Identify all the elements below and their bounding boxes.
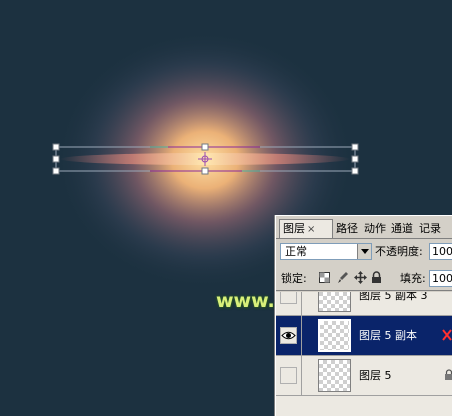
handle-middle-left xyxy=(52,155,60,163)
fill-label: 填充: xyxy=(400,272,426,285)
visibility-toggle[interactable] xyxy=(280,327,297,344)
tab-channels[interactable]: 通道 xyxy=(391,220,413,238)
blend-mode-select[interactable]: 正常 xyxy=(280,243,372,260)
opacity-label: 不透明度: xyxy=(375,245,423,258)
handle-top-right xyxy=(351,143,359,151)
handle-middle-right xyxy=(351,155,359,163)
tab-history[interactable]: 记录 xyxy=(419,220,441,238)
handle-bottom-right xyxy=(351,167,359,175)
visibility-toggle[interactable] xyxy=(280,367,297,384)
layer-divider xyxy=(301,292,302,316)
layer-row[interactable]: 图层 5 副本 3 xyxy=(276,292,452,316)
handle-top-middle xyxy=(201,143,209,151)
tab-paths[interactable]: 路径 xyxy=(336,220,358,238)
layer-name: 图层 5 副本 xyxy=(359,329,417,342)
lock-row: 锁定: 填充: 100% xyxy=(276,266,452,291)
close-icon[interactable]: × xyxy=(307,224,315,235)
layer-row-selected[interactable]: 图层 5 副本 xyxy=(276,316,452,356)
handle-top-left xyxy=(52,143,60,151)
opacity-input[interactable]: 100% xyxy=(429,243,452,260)
layers-list: 图层 5 副本 3 图层 5 副本 图层 5 xyxy=(276,292,452,416)
layer-row[interactable]: 图层 5 xyxy=(276,356,452,396)
handle-bottom-left xyxy=(52,167,60,175)
layer-name: 图层 5 xyxy=(359,369,392,382)
brush-icon[interactable] xyxy=(336,271,349,284)
fill-input[interactable]: 100% xyxy=(429,270,452,287)
layer-thumbnail xyxy=(318,292,351,312)
layers-panel: 图层× 路径 动作 通道 记录 正常 不透明度: 100% 锁定: 填 xyxy=(275,215,452,416)
visibility-toggle[interactable] xyxy=(280,292,297,304)
move-icon[interactable] xyxy=(354,271,367,284)
lock-icon[interactable] xyxy=(370,271,383,284)
layer-divider xyxy=(301,356,302,396)
tab-actions[interactable]: 动作 xyxy=(364,220,386,238)
handle-bottom-middle xyxy=(201,167,209,175)
chevron-down-icon[interactable] xyxy=(357,244,371,259)
layer-divider xyxy=(301,316,302,356)
lock-label: 锁定: xyxy=(281,272,307,285)
layer-name: 图层 5 副本 3 xyxy=(359,292,428,302)
blend-row: 正常 不透明度: 100% xyxy=(276,240,452,264)
eye-icon xyxy=(281,331,296,340)
tab-layers[interactable]: 图层 × xyxy=(279,219,333,238)
lock-icon xyxy=(445,369,452,380)
layer-thumbnail xyxy=(318,359,351,392)
lock-transparent-pixels-icon[interactable] xyxy=(318,271,331,284)
blend-mode-value: 正常 xyxy=(285,245,307,258)
panel-tabs: 图层 × 路径 动作 通道 记录 xyxy=(276,216,452,239)
layer-effects-icon[interactable] xyxy=(441,328,452,342)
layer-thumbnail xyxy=(318,319,351,352)
